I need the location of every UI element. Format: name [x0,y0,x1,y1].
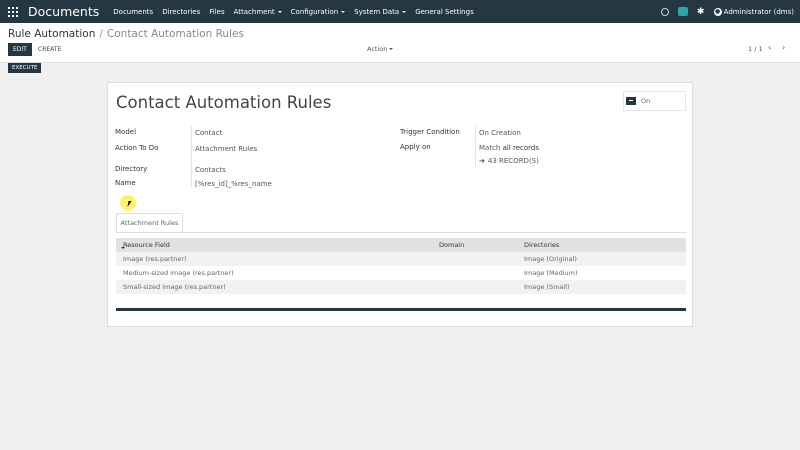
attachment-rules-table: Resource Field Domain Directories Image … [116,238,686,294]
table-header: Resource Field Domain Directories [116,238,686,252]
directory-cell: Image (Original) [524,255,577,263]
breadcrumb-parent[interactable]: Rule Automation [8,28,95,40]
pager-value[interactable]: 1 / 1 [748,45,763,53]
table-row[interactable]: Medium-sized image (res.partner) Image (… [116,266,686,280]
action-to-do-label: Action To Do [115,144,159,152]
pager-previous-icon[interactable]: ‹ [768,43,771,52]
menu-item-files[interactable]: Files [209,8,224,16]
menu-item-documents[interactable]: Documents [113,8,153,16]
table-footer [116,308,686,311]
create-button[interactable]: CREATE [36,43,63,56]
resource-field-cell: Image (res.partner) [123,255,187,263]
field-divider [191,126,192,188]
model-label: Model [115,128,137,136]
app-brand[interactable]: Documents [28,4,99,19]
page-title[interactable]: Contact Automation Rules [116,93,331,112]
active-toggle-label: On [641,97,651,105]
archive-icon [626,97,636,105]
menu-item-attachment[interactable]: Attachment [234,8,282,16]
records-link[interactable]: ➔ 43 RECORD(S) [479,157,539,165]
activity-clock-icon[interactable] [660,7,670,17]
directory-cell: Image (Small) [524,283,570,291]
navbar-systray: ✱ ● Administrator (dms) [652,0,794,23]
column-header-domain[interactable]: Domain [439,241,464,249]
action-dropdown[interactable]: Action [367,45,393,53]
breadcrumb-separator: / [99,28,103,40]
resource-field-cell: Small-sized image (res.partner) [123,283,226,291]
resource-field-cell: Medium-sized image (res.partner) [123,269,234,277]
chat-icon[interactable] [677,7,688,17]
user-menu[interactable]: ● Administrator (dms) [713,7,794,16]
apply-on-prefix: Match [479,144,501,152]
debug-bug-icon[interactable]: ✱ [696,7,706,17]
form-sheet: Contact Automation Rules On Model Contac… [107,82,693,327]
tab-divider [116,232,686,233]
trigger-condition-label: Trigger Condition [400,128,460,136]
action-to-do-field[interactable]: Attachment Rules [195,145,257,153]
breadcrumb: Rule Automation / Contact Automation Rules [8,28,244,40]
avatar: ● [713,7,722,16]
trigger-condition-field[interactable]: On Creation [479,129,521,137]
user-name: Administrator (dms) [723,7,794,16]
main-menu: Documents Directories Files Attachment C… [113,8,482,16]
field-divider [475,126,476,168]
table-row[interactable]: Small-sized image (res.partner) Image (S… [116,280,686,294]
control-panel: Rule Automation / Contact Automation Rules… [0,23,800,63]
tab-attachment-rules[interactable]: Attachment Rules [116,213,183,233]
apply-on-field[interactable]: Match all records [479,144,539,152]
records-count: 43 RECORD(S) [487,157,539,165]
apps-grid-icon[interactable] [8,6,18,17]
name-label: Name [115,179,136,187]
active-toggle-button[interactable]: On [623,91,686,111]
arrow-right-icon: ➔ [479,157,485,165]
model-field[interactable]: Contact [195,129,222,137]
apply-on-value: all records [502,144,540,152]
menu-item-system-data[interactable]: System Data [354,8,406,16]
apply-on-label: Apply on [400,143,431,151]
directory-label: Directory [115,165,148,173]
menu-item-general-settings[interactable]: General Settings [415,8,474,16]
directory-field[interactable]: Contacts [195,166,226,174]
execute-button[interactable]: EXECUTE [8,63,42,73]
column-header-directories[interactable]: Directories [524,241,559,249]
pager-next-icon[interactable]: › [782,43,785,52]
breadcrumb-current: Contact Automation Rules [106,28,244,40]
directory-cell: Image (Medium) [524,269,578,277]
menu-item-directories[interactable]: Directories [162,8,200,16]
name-field[interactable]: [%res_id]_%res_name [195,180,272,188]
top-navbar: Documents Documents Directories Files At… [0,0,800,23]
menu-item-configuration[interactable]: Configuration [291,8,345,16]
column-header-resource-field[interactable]: Resource Field [123,241,170,249]
table-row[interactable]: Image (res.partner) Image (Original) [116,252,686,266]
edit-button[interactable]: EDIT [8,43,32,56]
